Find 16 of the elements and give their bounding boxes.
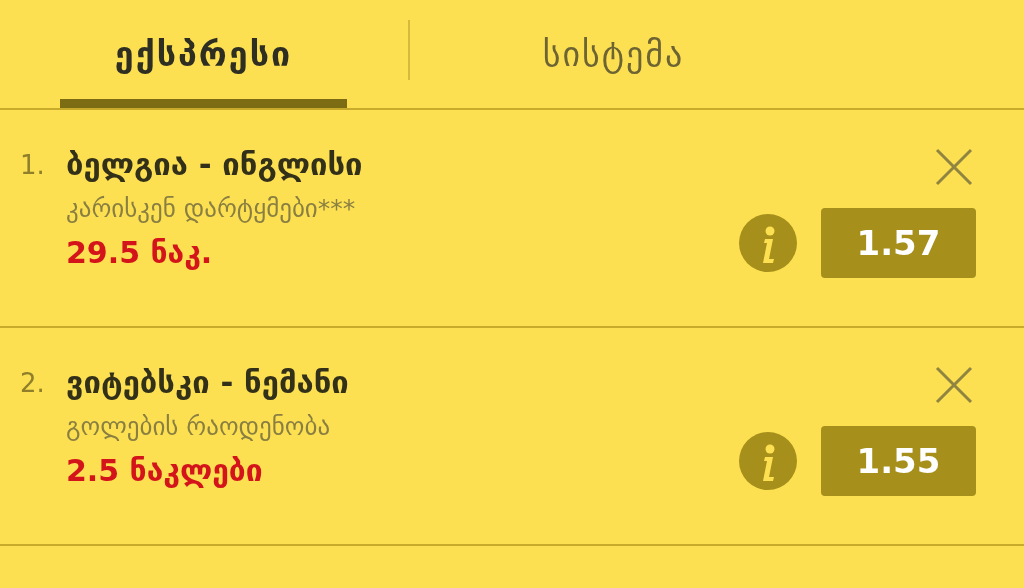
bet-number: 2. xyxy=(20,368,46,400)
close-icon[interactable] xyxy=(935,366,973,404)
market-name: გოლების რაოდენობა xyxy=(66,412,332,441)
odds-button[interactable]: 1.57 xyxy=(821,208,976,278)
match-title: ბელგია - ინგლისი xyxy=(66,146,364,182)
bet-number: 1. xyxy=(20,150,46,182)
info-icon[interactable] xyxy=(739,214,797,272)
market-name: კარისკენ დარტყმები*** xyxy=(66,194,357,223)
bet-pick: 2.5 ნაკლები xyxy=(66,453,264,488)
match-title: ვიტებსკი - ნემანი xyxy=(66,364,350,400)
odds-button[interactable]: 1.55 xyxy=(821,426,976,496)
bet-pick: 29.5 ნაკ. xyxy=(66,235,214,270)
close-icon[interactable] xyxy=(935,148,973,186)
tab[interactable]: ექსპრესი xyxy=(60,0,347,108)
info-icon[interactable] xyxy=(739,432,797,490)
tab[interactable]: სისტემა xyxy=(470,0,757,108)
